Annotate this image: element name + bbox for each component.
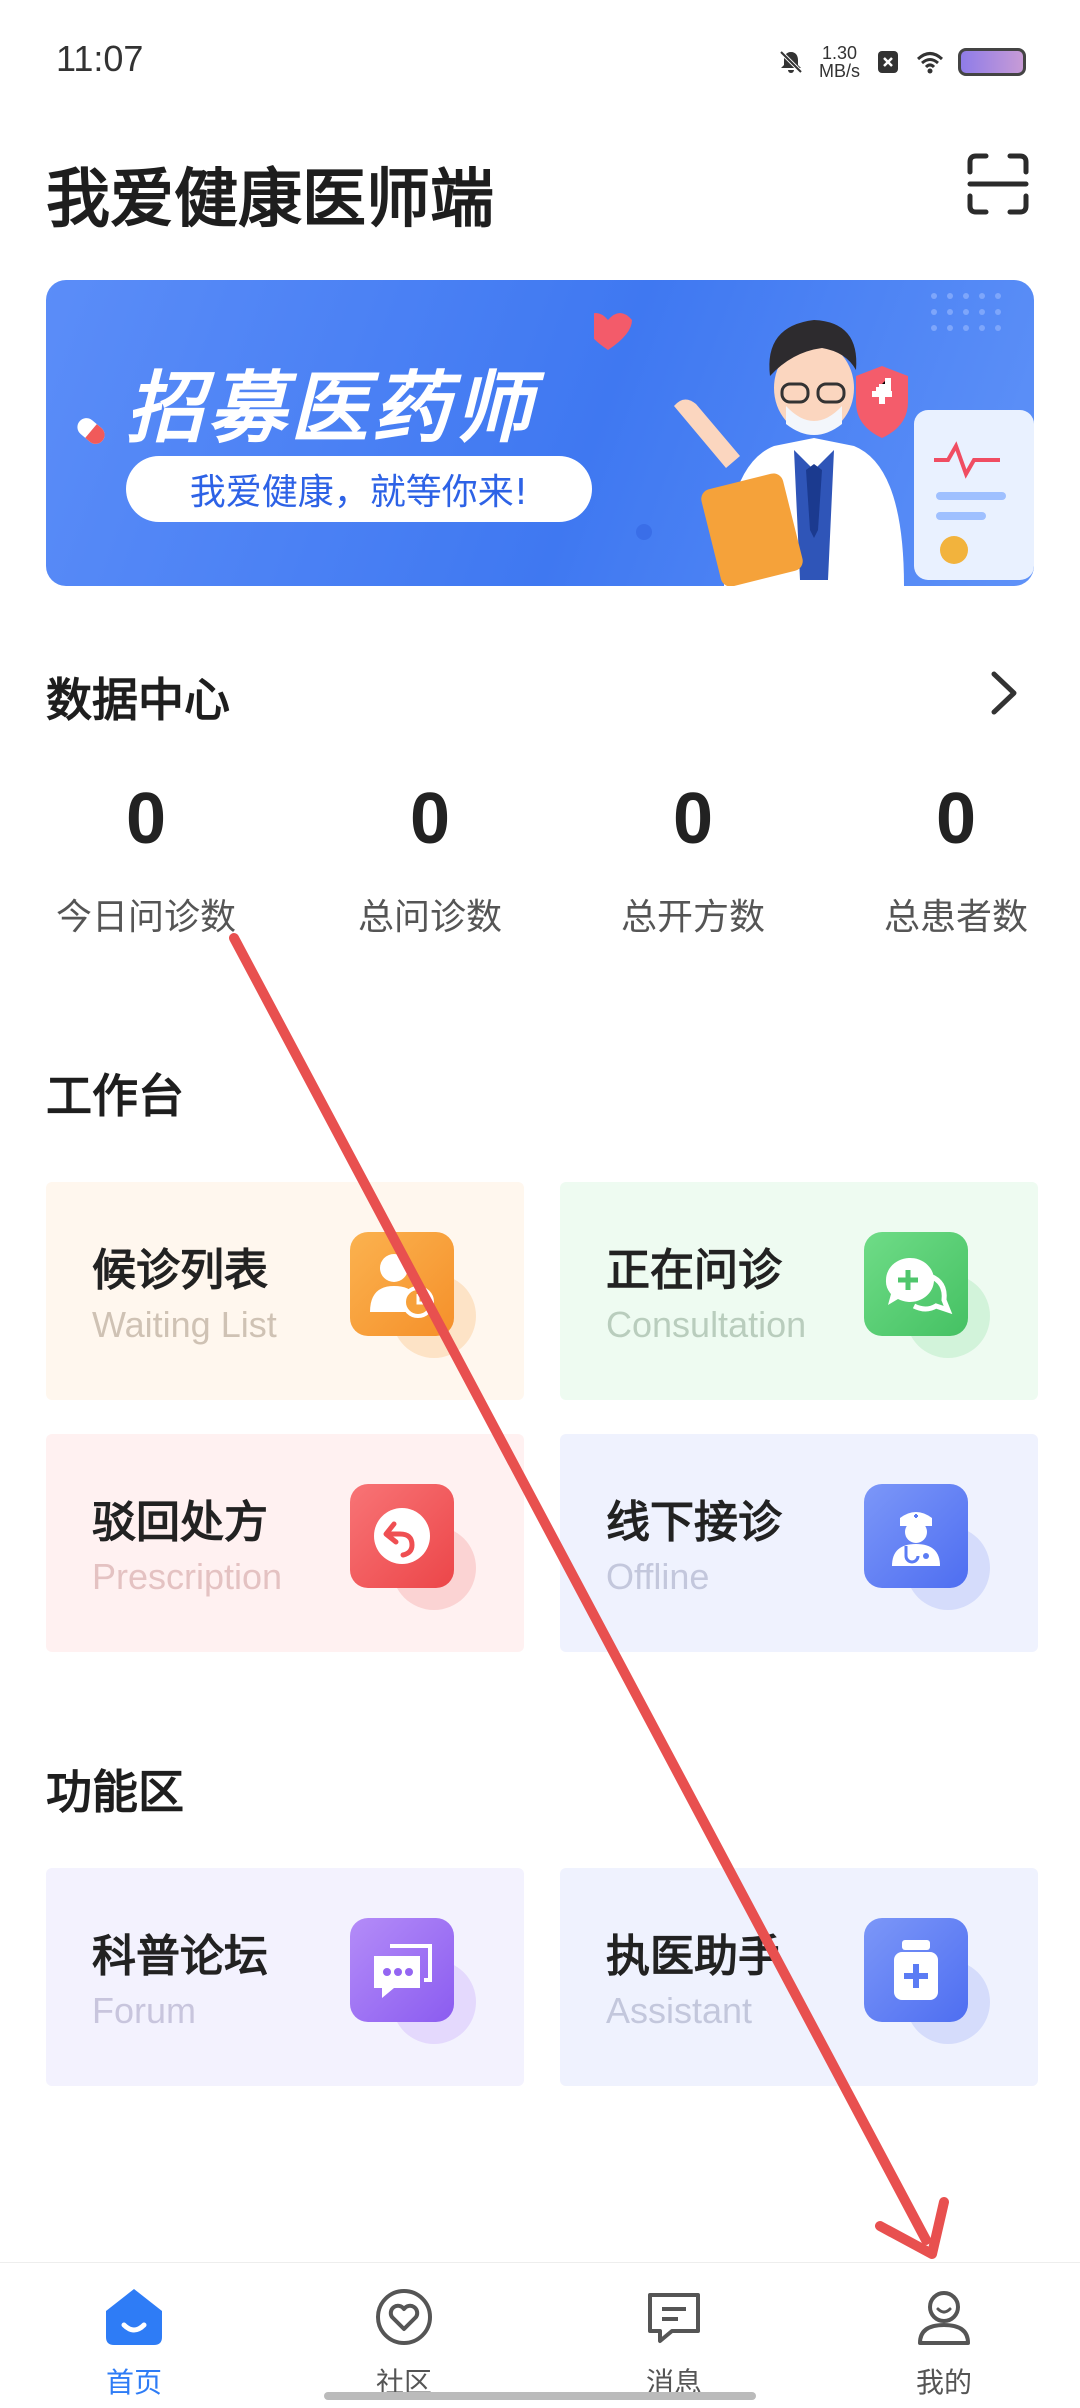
stat-label: 总问诊数: [357, 897, 502, 938]
card-subtitle: Consultation: [606, 1304, 807, 1345]
medicine-icon: [864, 1918, 968, 2022]
profile-icon: [918, 2291, 970, 2345]
stat-total-prescriptions[interactable]: 0 总开方数: [573, 772, 813, 940]
stat-value: 0: [935, 779, 977, 859]
data-center-title: 数据中心: [46, 673, 230, 727]
consultation-icon: [864, 1232, 968, 1336]
card-subtitle: Forum: [92, 1990, 197, 2031]
nav-messages[interactable]: 消息: [574, 2285, 774, 2401]
doctor-icon: [864, 1484, 968, 1588]
home-indicator: [324, 2392, 756, 2400]
functions-title: 功能区: [46, 1765, 184, 1819]
card-consultation[interactable]: 正在问诊 Consultation: [560, 1182, 1038, 1400]
card-subtitle: Offline: [606, 1556, 710, 1597]
card-title: 正在问诊: [606, 1245, 782, 1296]
card-subtitle: Assistant: [606, 1990, 753, 2031]
reject-icon: [350, 1484, 454, 1588]
banner-slogan: 我爱健康，就等你来!: [126, 456, 592, 522]
forum-icon: [350, 1918, 454, 2022]
stat-label: 总开方数: [620, 897, 765, 938]
card-rejected-prescription[interactable]: 驳回处方 Prescription: [46, 1434, 524, 1652]
card-offline[interactable]: 线下接诊 Offline: [560, 1434, 1038, 1652]
page-title: 我爱健康医师端: [46, 163, 494, 237]
nav-profile[interactable]: 我的: [844, 2285, 1044, 2401]
banner-title: 招募医药师: [126, 364, 537, 454]
card-title: 候诊列表: [92, 1245, 268, 1296]
sim-x-icon: [878, 51, 898, 73]
nav-community[interactable]: 社区: [304, 2285, 504, 2401]
waiting-list-icon: [350, 1232, 454, 1336]
card-title: 线下接诊: [606, 1497, 782, 1548]
bottom-nav: 首页 社区 消息 我的: [0, 2262, 1080, 2408]
recruit-banner[interactable]: 招募医药师 我爱健康，就等你来!: [46, 280, 1034, 586]
status-bar: 11:07 1.30 MB/s: [0, 0, 1080, 120]
card-title: 执医助手: [606, 1931, 782, 1982]
card-waiting-list[interactable]: 候诊列表 Waiting List: [46, 1182, 524, 1400]
pill-decoration: [77, 418, 105, 444]
network-speed: 1.30 MB/s: [818, 43, 860, 81]
community-icon: [376, 2289, 432, 2345]
stat-total-patients[interactable]: 0 总患者数: [836, 772, 1076, 940]
stat-today-consultations[interactable]: 0 今日问诊数: [26, 772, 266, 940]
chevron-right-icon[interactable]: [984, 668, 1024, 718]
battery-icon: [958, 48, 1026, 76]
home-icon: [106, 2289, 162, 2345]
nav-label: 我的: [915, 2366, 972, 2399]
stat-label: 总患者数: [883, 897, 1028, 938]
message-icon: [648, 2293, 700, 2343]
mute-icon: [779, 50, 803, 74]
workbench-title: 工作台: [46, 1069, 184, 1123]
card-title: 驳回处方: [92, 1497, 268, 1548]
card-assistant[interactable]: 执医助手 Assistant: [560, 1868, 1038, 2086]
nav-home[interactable]: 首页: [34, 2285, 234, 2401]
card-forum[interactable]: 科普论坛 Forum: [46, 1868, 524, 2086]
doctor-illustration: [594, 293, 1034, 586]
stat-label: 今日问诊数: [55, 897, 236, 938]
stat-value: 0: [409, 779, 451, 859]
card-title: 科普论坛: [92, 1931, 268, 1982]
stat-value: 0: [125, 779, 167, 859]
card-subtitle: Waiting List: [92, 1304, 277, 1345]
status-time: 11:07: [56, 38, 144, 79]
stat-value: 0: [672, 779, 714, 859]
card-subtitle: Prescription: [92, 1556, 283, 1597]
nav-label: 首页: [105, 2366, 162, 2399]
scan-icon[interactable]: [966, 152, 1030, 216]
status-icons: 1.30 MB/s: [777, 44, 1026, 80]
wifi-icon: [916, 52, 944, 74]
stat-total-consultations[interactable]: 0 总问诊数: [310, 772, 550, 940]
